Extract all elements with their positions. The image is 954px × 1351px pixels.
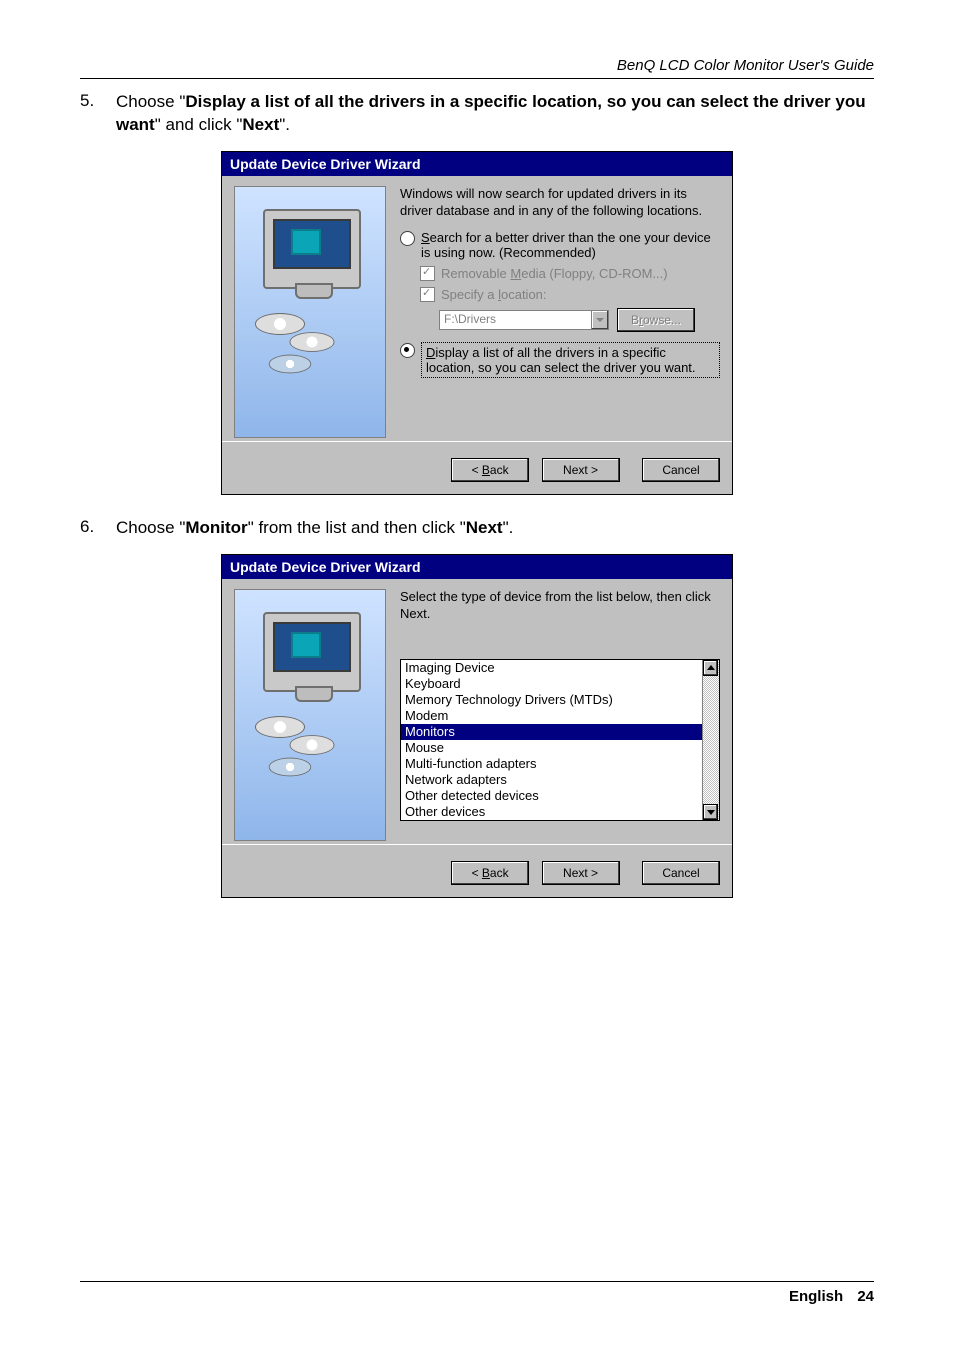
- t: Removable: [441, 266, 510, 281]
- step-6: 6. Choose "Monitor" from the list and th…: [80, 517, 874, 540]
- t: Choose ": [116, 92, 185, 111]
- device-type-listbox[interactable]: Imaging DeviceKeyboardMemory Technology …: [400, 659, 720, 821]
- u: M: [510, 266, 521, 281]
- radio-search-better[interactable]: Search for a better driver than the one …: [400, 230, 720, 260]
- t: isplay a list of all the drivers in a sp…: [426, 345, 696, 375]
- checkbox-removable-media: Removable Media (Floppy, CD-ROM...): [420, 266, 720, 281]
- u: B: [482, 463, 490, 477]
- next-button[interactable]: Next >: [542, 861, 620, 885]
- header-title: BenQ LCD Color Monitor User's Guide: [617, 57, 874, 74]
- dialog-content: Select the type of device from the list …: [386, 589, 720, 841]
- radio-icon: [400, 231, 415, 246]
- step-5-text: Choose "Display a list of all the driver…: [116, 91, 874, 137]
- dialog-body: Windows will now search for updated driv…: [222, 176, 732, 442]
- dialog-button-row: < Back Next > Cancel: [222, 844, 732, 897]
- back-button[interactable]: < Back: [451, 458, 529, 482]
- dialog-body: Select the type of device from the list …: [222, 579, 732, 845]
- list-item[interactable]: Multi-function adapters: [401, 756, 702, 772]
- list-item[interactable]: Imaging Device: [401, 660, 702, 676]
- list-item[interactable]: Keyboard: [401, 676, 702, 692]
- checkbox-label: Specify a location:: [441, 287, 547, 302]
- u: S: [421, 230, 430, 245]
- location-combobox: F:\Drivers: [439, 310, 609, 330]
- intro-text: Select the type of device from the list …: [400, 589, 720, 623]
- dialog-content: Windows will now search for updated driv…: [386, 186, 720, 438]
- u: B: [482, 866, 490, 880]
- scroll-down-button[interactable]: [703, 804, 718, 820]
- back-button[interactable]: < Back: [451, 861, 529, 885]
- u: D: [426, 345, 435, 360]
- monitor-icon: [263, 612, 361, 692]
- t: ".: [279, 115, 290, 134]
- t: owse...: [643, 313, 681, 327]
- browse-button: Browse...: [617, 308, 695, 332]
- t: edia (Floppy, CD-ROM...): [521, 266, 667, 281]
- step-6-number: 6.: [80, 517, 116, 540]
- scrollbar[interactable]: [702, 660, 719, 820]
- next-button[interactable]: Next >: [542, 458, 620, 482]
- t: ack: [490, 866, 509, 880]
- t: ocation:: [501, 287, 547, 302]
- list-item[interactable]: Mouse: [401, 740, 702, 756]
- monitor-icon: [263, 209, 361, 289]
- cancel-button[interactable]: Cancel: [642, 861, 720, 885]
- radio-label-focused: Display a list of all the drivers in a s…: [421, 342, 720, 378]
- list-inner: Imaging DeviceKeyboardMemory Technology …: [401, 660, 702, 820]
- checkbox-label: Removable Media (Floppy, CD-ROM...): [441, 266, 668, 281]
- intro-text: Windows will now search for updated driv…: [400, 186, 720, 220]
- radio-display-list[interactable]: Display a list of all the drivers in a s…: [400, 342, 720, 378]
- checkbox-icon: [420, 266, 435, 281]
- step-5: 5. Choose "Display a list of all the dri…: [80, 91, 874, 137]
- radio-label: Search for a better driver than the one …: [421, 230, 720, 260]
- list-item[interactable]: Monitors: [401, 724, 702, 740]
- header-rule: BenQ LCD Color Monitor User's Guide: [80, 56, 874, 79]
- checkbox-specify-location: Specify a location:: [420, 287, 720, 302]
- scroll-up-button[interactable]: [703, 660, 718, 676]
- list-item[interactable]: Other devices: [401, 804, 702, 820]
- t: ".: [503, 518, 514, 537]
- t: <: [472, 463, 482, 477]
- list-item[interactable]: Other detected devices: [401, 788, 702, 804]
- t: Choose ": [116, 518, 185, 537]
- list-item[interactable]: Memory Technology Drivers (MTDs): [401, 692, 702, 708]
- t: " and click ": [155, 115, 243, 134]
- dialog-titlebar[interactable]: Update Device Driver Wizard: [222, 555, 732, 579]
- step-5-number: 5.: [80, 91, 116, 137]
- t: Next: [466, 518, 503, 537]
- t: earch for a better driver than the one y…: [421, 230, 711, 260]
- chevron-down-icon: [591, 311, 608, 329]
- step-6-text: Choose "Monitor" from the list and then …: [116, 517, 874, 540]
- footer-language: English: [789, 1288, 843, 1305]
- wizard-graphic-panel: [234, 589, 386, 841]
- t: Specify a: [441, 287, 498, 302]
- t: B: [631, 313, 639, 327]
- t: Next: [242, 115, 279, 134]
- dialog-button-row: < Back Next > Cancel: [222, 441, 732, 494]
- radio-icon: [400, 343, 415, 358]
- cancel-button[interactable]: Cancel: [642, 458, 720, 482]
- t: <: [472, 866, 482, 880]
- list-item[interactable]: Network adapters: [401, 772, 702, 788]
- document-page: BenQ LCD Color Monitor User's Guide 5. C…: [0, 0, 954, 1351]
- list-item[interactable]: Modem: [401, 708, 702, 724]
- wizard-graphic-panel: [234, 186, 386, 438]
- location-row: F:\Drivers Browse...: [420, 308, 720, 332]
- t: ack: [490, 463, 509, 477]
- page-footer: English 24: [80, 1281, 874, 1305]
- footer-page-number: 24: [857, 1288, 874, 1305]
- checkbox-icon: [420, 287, 435, 302]
- t: Monitor: [185, 518, 247, 537]
- dialog-update-driver-1: Update Device Driver Wizard Windows will…: [221, 151, 733, 495]
- dialog-titlebar[interactable]: Update Device Driver Wizard: [222, 152, 732, 176]
- t: " from the list and then click ": [248, 518, 466, 537]
- dialog-update-driver-2: Update Device Driver Wizard Select the t…: [221, 554, 733, 898]
- combo-value: F:\Drivers: [444, 312, 496, 326]
